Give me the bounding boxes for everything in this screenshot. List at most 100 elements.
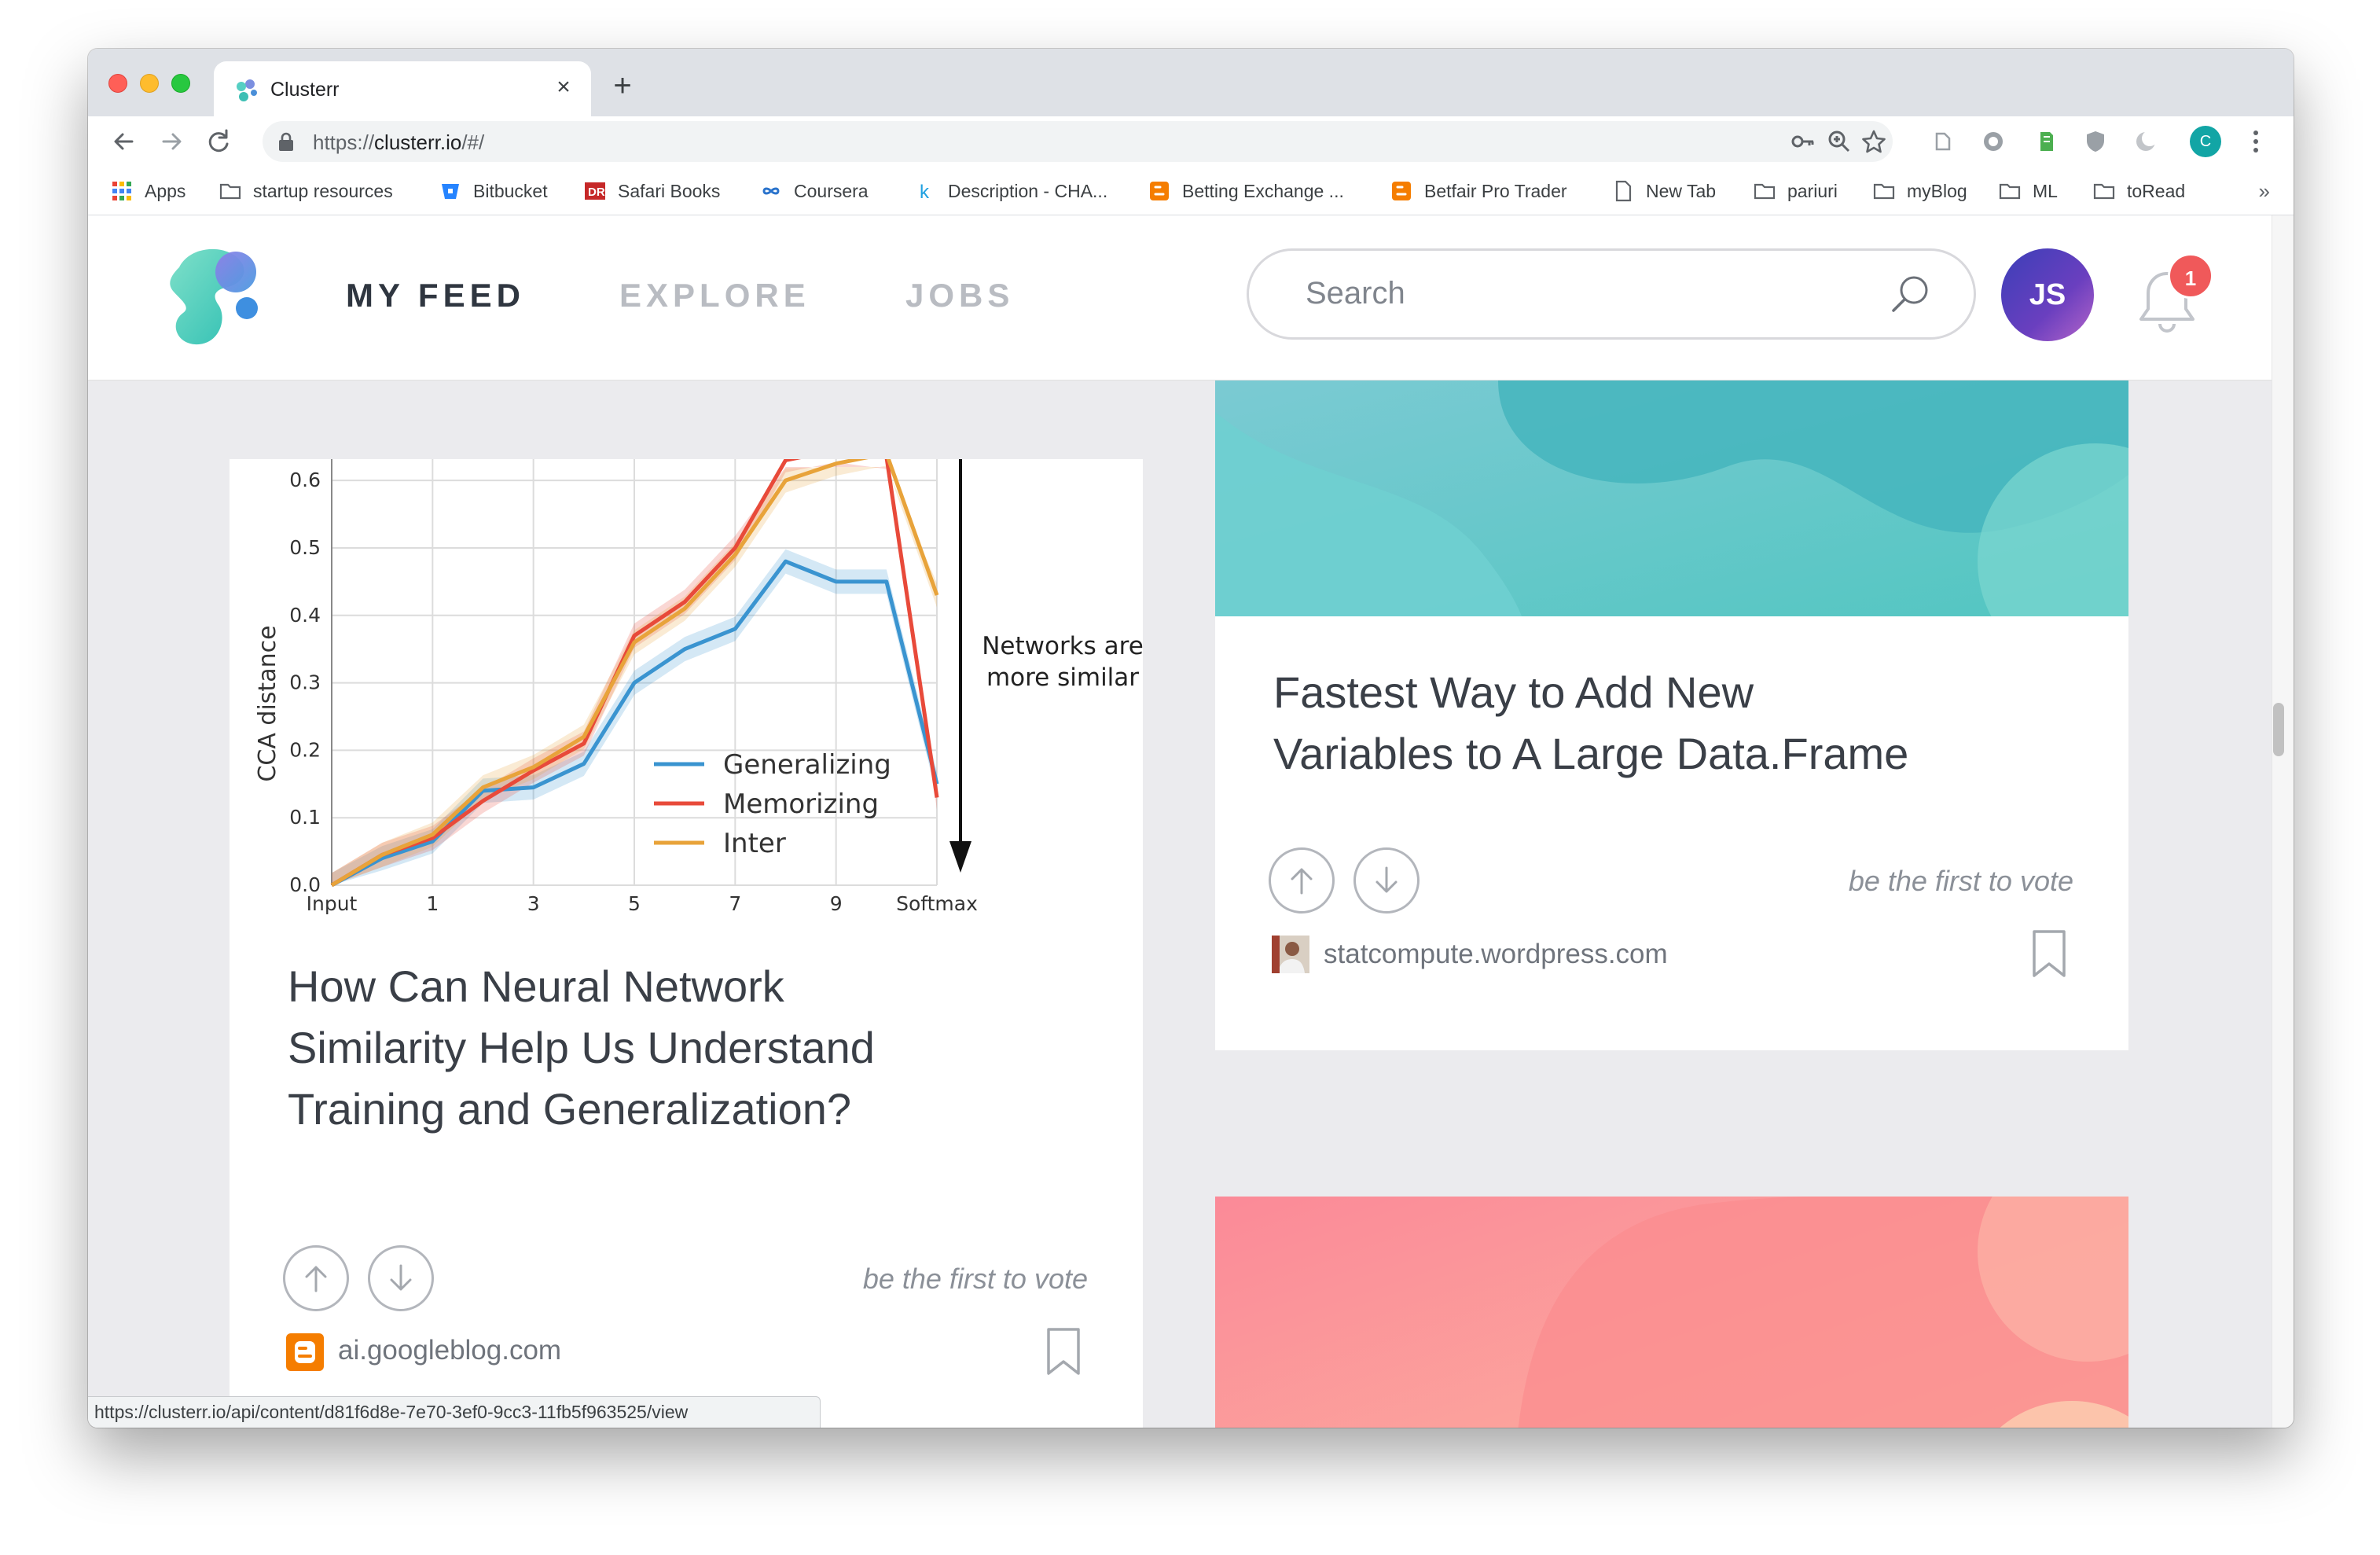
feed-card[interactable]: 0.0 0.1 0.2 0.3 0.4 0.5 0.6 Input 1 3 5 7 9 Softmax CC…	[230, 459, 1143, 1428]
bookmark-ml[interactable]: ML	[1998, 179, 2058, 203]
shield-icon[interactable]	[2081, 127, 2110, 156]
bookmark-betting-exchange[interactable]: Betting Exchange ...	[1148, 179, 1344, 203]
bookmark-safari-books[interactable]: DR Safari Books	[583, 179, 720, 203]
back-arrow-icon[interactable]	[105, 123, 143, 160]
annotation-text: more similar	[986, 664, 1139, 692]
clusterr-logo-icon[interactable]	[156, 244, 269, 354]
reload-icon[interactable]	[200, 123, 237, 160]
scrollbar-thumb[interactable]	[2273, 703, 2284, 756]
search-input[interactable]: Search	[1247, 248, 1976, 340]
tab-strip: Clusterr × +	[88, 49, 2294, 116]
bookmark-startup-resources[interactable]: startup resources	[219, 179, 393, 203]
bookmark-myblog[interactable]: myBlog	[1872, 179, 1967, 203]
y-tick-label: 0.2	[289, 738, 321, 761]
feed-card[interactable]: Fastest Way to Add New Variables to A La…	[1215, 380, 2128, 1050]
bookmark-coursera[interactable]: Coursera	[759, 179, 869, 203]
evernote-extension-icon[interactable]	[2031, 127, 2059, 156]
site-header: MY FEED EXPLORE JOBS Search JS 1	[88, 215, 2272, 380]
x-tick-label: 1	[426, 892, 439, 915]
blogger-icon	[1392, 182, 1411, 200]
bookmark-label: pariuri	[1787, 180, 1838, 201]
downvote-button[interactable]	[368, 1245, 434, 1311]
bookmark-label: Betfair Pro Trader	[1424, 180, 1567, 201]
card-title-line: Training and Generalization?	[288, 1084, 852, 1134]
tab-close-icon[interactable]: ×	[550, 74, 577, 101]
maximize-window-button[interactable]	[171, 74, 190, 93]
bookmark-toread[interactable]: toRead	[2092, 179, 2185, 203]
bookmark-label: Safari Books	[618, 180, 721, 201]
upvote-button[interactable]	[1269, 847, 1335, 914]
bookmark-bitbucket[interactable]: Bitbucket	[439, 179, 548, 203]
url-host: clusterr.io	[374, 131, 462, 154]
user-avatar[interactable]: JS	[2001, 248, 2094, 341]
bookmarks-bar: Apps startup resources Bitbucket DR Safa…	[88, 167, 2294, 215]
x-tick-label: 3	[527, 892, 540, 915]
legend-label: Memorizing	[723, 789, 879, 820]
url-path: /#/	[461, 131, 485, 154]
feed-card[interactable]	[1215, 1197, 2128, 1428]
source-link[interactable]: ai.googleblog.com	[338, 1335, 561, 1366]
upvote-button[interactable]	[283, 1245, 349, 1311]
legend-label: Generalizing	[723, 749, 891, 781]
page-scrollbar[interactable]	[2272, 215, 2294, 1428]
minimize-window-button[interactable]	[140, 74, 159, 93]
key-icon[interactable]	[1789, 127, 1817, 156]
nav-my-feed[interactable]: MY FEED	[346, 277, 525, 314]
card-cover-image	[1215, 1197, 2128, 1428]
x-tick-label: Input	[307, 892, 358, 915]
profile-avatar[interactable]: C	[2190, 126, 2221, 157]
address-bar[interactable]: https://clusterr.io/#/	[263, 121, 1893, 162]
coursera-icon	[762, 187, 780, 195]
x-tick-label: 5	[628, 892, 641, 915]
downvote-button[interactable]	[1353, 847, 1420, 914]
card-title[interactable]: Fastest Way to Add New Variables to A La…	[1273, 662, 1908, 785]
forward-arrow-icon[interactable]	[152, 123, 190, 160]
source-link[interactable]: statcompute.wordpress.com	[1324, 939, 1668, 970]
bookmark-new-tab[interactable]: New Tab	[1611, 179, 1716, 203]
arrow-down-icon	[390, 1264, 412, 1291]
new-tab-button[interactable]: +	[607, 70, 638, 102]
card-title-line: How Can Neural Network	[288, 961, 784, 1011]
web-extension-icon[interactable]	[1979, 127, 2007, 156]
lock-icon	[279, 132, 293, 151]
k-icon: k	[920, 182, 930, 203]
bookmark-betfair-pro-trader[interactable]: Betfair Pro Trader	[1390, 179, 1567, 203]
arrow-down-icon	[1375, 866, 1398, 893]
annotation-arrowhead	[949, 841, 971, 873]
star-icon[interactable]	[1860, 127, 1888, 156]
bookmark-label: New Tab	[1646, 180, 1717, 201]
page-viewport: 0.0 0.1 0.2 0.3 0.4 0.5 0.6 Input 1 3 5 7 9 Softmax CC…	[88, 215, 2272, 1428]
tab-title: Clusterr	[270, 79, 340, 101]
y-tick-label: 0.6	[289, 469, 321, 491]
bookmarks-overflow-button[interactable]: »	[2259, 179, 2270, 204]
extension-icon[interactable]	[1929, 127, 1957, 156]
search-icon[interactable]	[1889, 273, 1933, 317]
bookmark-description[interactable]: k Description - CHA...	[913, 179, 1108, 204]
clusterr-favicon-icon	[237, 79, 257, 101]
bookmark-pariuri[interactable]: pariuri	[1753, 179, 1838, 203]
cca-distance-chart: 0.00.10.20.30.40.50.6Input 1 3 5 7 9 SoftmaxCC…	[254, 459, 1143, 915]
x-tick-label: Softmax	[896, 892, 978, 915]
bookmark-label: Description - CHA...	[948, 180, 1108, 201]
arrow-up-icon	[305, 1266, 327, 1292]
nav-jobs[interactable]: JOBS	[905, 277, 1014, 314]
bookmark-label: Betting Exchange ...	[1182, 180, 1344, 201]
svg-text:DR: DR	[588, 186, 605, 199]
nav-explore[interactable]: EXPLORE	[619, 277, 810, 314]
moon-extension-icon[interactable]	[2132, 127, 2160, 156]
card-title[interactable]: How Can Neural Network Similarity Help U…	[288, 956, 875, 1140]
folder-icon	[2093, 183, 2115, 200]
menu-kebab-icon[interactable]	[2248, 126, 2264, 157]
bookmark-label: Coursera	[794, 180, 869, 201]
close-window-button[interactable]	[108, 74, 127, 93]
page-icon	[1615, 180, 1632, 202]
zoom-icon[interactable]	[1825, 127, 1853, 156]
bookmark-apps[interactable]: Apps	[110, 179, 185, 203]
folder-icon	[1754, 183, 1776, 200]
card-title-line: Fastest Way to Add New	[1273, 667, 1754, 717]
browser-toolbar: https://clusterr.io/#/ C	[88, 116, 2294, 167]
tab-clusterr[interactable]: Clusterr ×	[214, 61, 591, 116]
bookmark-icon[interactable]	[2031, 929, 2067, 978]
url-text: https://clusterr.io/#/	[313, 131, 484, 155]
bookmark-icon[interactable]	[1045, 1327, 1082, 1376]
